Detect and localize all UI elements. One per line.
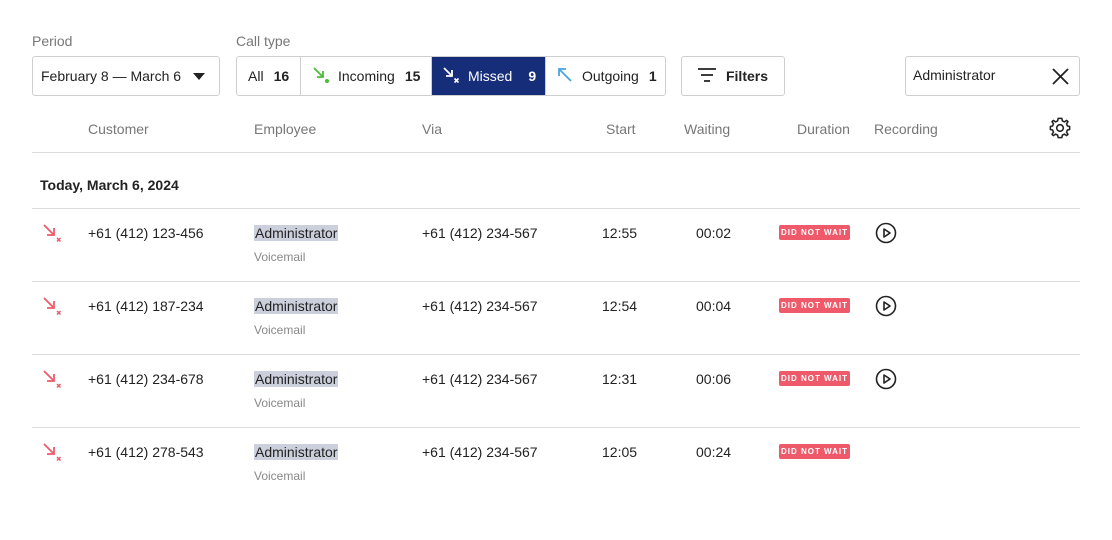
employee-sub: Voicemail xyxy=(254,469,306,483)
date-group-label: Today, March 6, 2024 xyxy=(40,177,179,193)
header-duration[interactable]: Duration xyxy=(797,121,850,137)
gear-icon[interactable] xyxy=(1049,117,1071,144)
call-type-outgoing-label: Outgoing xyxy=(582,68,639,84)
call-type-all-label: All xyxy=(248,68,264,84)
employee-sub: Voicemail xyxy=(254,396,306,410)
call-type-outgoing-count: 1 xyxy=(648,68,657,84)
employee-name: Administrator xyxy=(254,298,339,314)
via-number: +61 (412) 234-567 xyxy=(422,444,538,460)
header-divider xyxy=(32,152,1080,153)
via-number: +61 (412) 234-567 xyxy=(422,298,538,314)
missed-call-icon xyxy=(42,442,62,467)
call-type-segmented: All 16 Incoming 15 Missed 9 Outgoing 1 xyxy=(236,56,666,96)
employee-name: Administrator xyxy=(254,371,339,387)
period-select[interactable]: February 8 — March 6 xyxy=(32,56,220,96)
caret-down-icon xyxy=(193,73,205,80)
incoming-call-icon xyxy=(312,66,338,87)
call-type-missed[interactable]: Missed 9 xyxy=(432,57,546,95)
table-row[interactable]: +61 (412) 187-234 Administrator Voicemai… xyxy=(0,282,1112,355)
status-badge: DID NOT WAIT xyxy=(779,225,850,240)
call-type-missed-label: Missed xyxy=(468,68,513,84)
search-box xyxy=(905,56,1080,96)
period-value: February 8 — March 6 xyxy=(41,68,182,84)
filters-label: Filters xyxy=(725,68,768,84)
employee-name: Administrator xyxy=(254,225,339,241)
filters-button[interactable]: Filters xyxy=(681,56,785,96)
call-type-all[interactable]: All 16 xyxy=(237,57,301,95)
customer-number[interactable]: +61 (412) 278-543 xyxy=(88,444,204,460)
table-row[interactable]: +61 (412) 123-456 Administrator Voicemai… xyxy=(0,209,1112,282)
play-icon[interactable] xyxy=(875,222,897,249)
status-badge: DID NOT WAIT xyxy=(779,444,850,459)
customer-number[interactable]: +61 (412) 187-234 xyxy=(88,298,204,314)
missed-call-icon xyxy=(42,369,62,394)
header-recording[interactable]: Recording xyxy=(874,121,938,137)
employee-name: Administrator xyxy=(254,444,339,460)
employee-highlight: Administrator xyxy=(254,444,339,460)
customer-number[interactable]: +61 (412) 123-456 xyxy=(88,225,204,241)
period-label: Period xyxy=(32,33,73,49)
waiting-time: 00:06 xyxy=(696,371,732,387)
header-customer[interactable]: Customer xyxy=(88,121,149,137)
outgoing-call-icon xyxy=(556,66,582,87)
status-badge: DID NOT WAIT xyxy=(779,298,850,313)
missed-call-icon xyxy=(42,296,62,321)
via-number: +61 (412) 234-567 xyxy=(422,225,538,241)
call-type-outgoing[interactable]: Outgoing 1 xyxy=(546,57,665,95)
missed-call-icon xyxy=(42,223,62,248)
waiting-time: 00:02 xyxy=(696,225,732,241)
header-employee[interactable]: Employee xyxy=(254,121,316,137)
search-input[interactable] xyxy=(913,67,1043,83)
via-number: +61 (412) 234-567 xyxy=(422,371,538,387)
start-time: 12:31 xyxy=(602,371,638,387)
play-icon[interactable] xyxy=(875,368,897,395)
call-type-label: Call type xyxy=(236,33,291,49)
employee-highlight: Administrator xyxy=(254,371,339,387)
call-type-incoming-count: 15 xyxy=(404,68,421,84)
customer-number[interactable]: +61 (412) 234-678 xyxy=(88,371,204,387)
missed-call-icon xyxy=(442,66,468,87)
header-via[interactable]: Via xyxy=(422,121,442,137)
waiting-time: 00:24 xyxy=(696,444,732,460)
call-type-missed-count: 9 xyxy=(528,68,537,84)
header-waiting[interactable]: Waiting xyxy=(684,121,730,137)
waiting-time: 00:04 xyxy=(696,298,732,314)
start-time: 12:55 xyxy=(602,225,638,241)
employee-highlight: Administrator xyxy=(254,225,339,241)
start-time: 12:54 xyxy=(602,298,638,314)
status-badge: DID NOT WAIT xyxy=(779,371,850,386)
header-start[interactable]: Start xyxy=(606,121,636,137)
call-type-incoming[interactable]: Incoming 15 xyxy=(301,57,432,95)
employee-sub: Voicemail xyxy=(254,250,306,264)
table-row[interactable]: +61 (412) 234-678 Administrator Voicemai… xyxy=(0,355,1112,428)
filter-lines-icon xyxy=(697,67,726,85)
call-type-incoming-label: Incoming xyxy=(338,68,395,84)
play-icon[interactable] xyxy=(875,295,897,322)
table-row[interactable]: +61 (412) 278-543 Administrator Voicemai… xyxy=(0,428,1112,501)
close-icon[interactable] xyxy=(1052,68,1069,90)
employee-highlight: Administrator xyxy=(254,298,339,314)
call-type-all-count: 16 xyxy=(273,68,290,84)
start-time: 12:05 xyxy=(602,444,638,460)
employee-sub: Voicemail xyxy=(254,323,306,337)
